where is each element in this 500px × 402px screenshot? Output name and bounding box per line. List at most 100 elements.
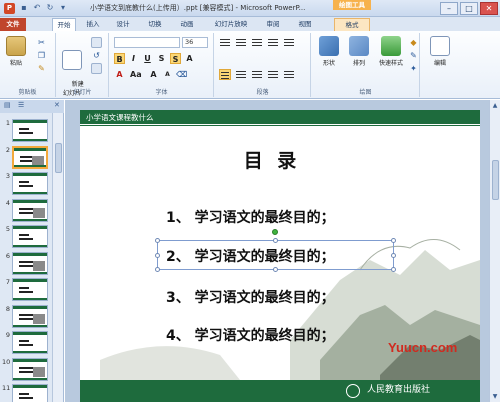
slide-title[interactable]: 目 录	[232, 146, 312, 173]
bullets-icon[interactable]	[219, 37, 231, 48]
save-icon[interactable]: ▪	[19, 3, 29, 13]
shadow-button[interactable]: S	[156, 53, 167, 64]
slide-thumbnail-row[interactable]: 4	[0, 198, 52, 223]
slide-thumbnail[interactable]	[12, 225, 48, 248]
arrange-button[interactable]: 排列	[346, 36, 372, 67]
panel-close-icon[interactable]: ✕	[54, 101, 60, 109]
grow-font-button[interactable]: A	[148, 69, 159, 80]
tab-animations[interactable]: 动画	[176, 18, 198, 31]
slide-thumbnail-row[interactable]: 3	[0, 172, 52, 196]
resize-handle-l[interactable]	[155, 253, 160, 258]
scroll-down-icon[interactable]: ▼	[491, 393, 499, 400]
change-case-button[interactable]: Aa	[130, 69, 142, 80]
align-right-icon[interactable]	[251, 69, 263, 80]
slide-thumbnail[interactable]	[12, 172, 48, 195]
tab-review[interactable]: 审阅	[262, 18, 284, 31]
slide-thumbnail[interactable]	[12, 357, 48, 381]
redo-icon[interactable]: ↻	[45, 3, 55, 13]
align-left-icon[interactable]	[219, 69, 231, 80]
slide-thumbnail[interactable]	[12, 251, 48, 275]
layout-icon[interactable]	[91, 37, 102, 48]
shape-effects-icon[interactable]: ✦	[408, 63, 419, 74]
underline-button[interactable]: U	[142, 53, 153, 64]
slide-canvas[interactable]: 小学语文课程教什么 目 录 1、 学习语文的最终目的； 2、 学习语文的最终目的…	[80, 110, 480, 402]
slide-thumbnail[interactable]	[12, 384, 48, 402]
cut-icon[interactable]: ✂	[36, 37, 47, 48]
justify-icon[interactable]	[267, 69, 279, 80]
reset-icon[interactable]: ↺	[91, 50, 102, 61]
tab-slideshow[interactable]: 幻灯片放映	[208, 18, 254, 31]
toc-item-1[interactable]: 1、 学习语文的最终目的；	[166, 207, 335, 227]
italic-button[interactable]: I	[128, 53, 139, 64]
shape-outline-icon[interactable]: ✎	[408, 50, 419, 61]
scroll-thumb[interactable]	[492, 160, 499, 200]
decrease-indent-icon[interactable]	[251, 37, 263, 48]
close-icon[interactable]: ✕	[480, 2, 498, 15]
strikethrough-button[interactable]: S	[170, 53, 181, 64]
font-size-box[interactable]: 36	[182, 37, 208, 48]
vertical-scrollbar[interactable]: ▲ ▼	[489, 100, 500, 402]
section-icon[interactable]	[91, 63, 102, 74]
slide-thumbnail[interactable]	[12, 304, 48, 328]
outline-tab-icon[interactable]: ☰	[18, 101, 24, 109]
font-color-button[interactable]: A	[114, 69, 125, 80]
numbering-icon[interactable]	[235, 37, 247, 48]
resize-handle-r[interactable]	[391, 253, 396, 258]
shape-fill-icon[interactable]: ◆	[408, 37, 419, 48]
tab-file[interactable]: 文件	[0, 18, 26, 31]
slide-thumbnail-row[interactable]: 1	[0, 119, 52, 143]
slide-thumbnail[interactable]	[12, 198, 48, 222]
slide-thumbnail-row[interactable]: 2	[0, 145, 52, 170]
slide-thumbnail[interactable]	[12, 119, 48, 142]
slide-thumbnail-row[interactable]: 5	[0, 225, 52, 249]
tab-home[interactable]: 开始	[52, 18, 76, 31]
powerpoint-logo-icon[interactable]: P	[4, 3, 15, 14]
minimize-icon[interactable]: –	[440, 2, 458, 15]
resize-handle-tl[interactable]	[155, 238, 160, 243]
line-spacing-icon[interactable]	[283, 37, 295, 48]
tab-insert[interactable]: 插入	[82, 18, 104, 31]
shapes-button[interactable]: 形状	[316, 36, 342, 67]
slide-thumbnail[interactable]	[12, 145, 48, 169]
toc-item-4[interactable]: 4、 学习语文的最终目的；	[166, 325, 335, 345]
bold-button[interactable]: B	[114, 53, 125, 64]
slide-thumbnail-row[interactable]: 7	[0, 278, 52, 302]
rotate-handle[interactable]	[272, 229, 278, 235]
tab-design[interactable]: 设计	[112, 18, 134, 31]
edit-button[interactable]: 编辑	[427, 36, 453, 67]
resize-handle-br[interactable]	[391, 267, 396, 272]
resize-handle-t[interactable]	[273, 238, 278, 243]
selection-box[interactable]	[155, 229, 396, 272]
resize-handle-tr[interactable]	[391, 238, 396, 243]
slide-thumbnail-row[interactable]: 6	[0, 251, 52, 276]
copy-icon[interactable]: ❐	[36, 50, 47, 61]
scroll-up-icon[interactable]: ▲	[491, 102, 499, 109]
char-spacing-button[interactable]: A	[184, 53, 195, 64]
columns-icon[interactable]	[283, 69, 295, 80]
slide-thumbnail[interactable]	[12, 278, 48, 301]
slide-thumbnail-row[interactable]: 10	[0, 357, 52, 382]
customize-qat-icon[interactable]: ▾	[58, 3, 68, 13]
slides-tab-icon[interactable]: ▤	[4, 101, 11, 109]
slide-thumbnail-row[interactable]: 9	[0, 331, 52, 355]
resize-handle-bl[interactable]	[155, 267, 160, 272]
undo-icon[interactable]: ↶	[32, 3, 42, 13]
clear-format-icon[interactable]: ⌫	[176, 69, 187, 80]
format-painter-icon[interactable]: ✎	[36, 63, 47, 74]
slide-thumbnail-row[interactable]: 8	[0, 304, 52, 329]
slide-thumbnail[interactable]	[12, 331, 48, 354]
paste-button[interactable]: 粘贴	[4, 36, 28, 67]
shrink-font-button[interactable]: A	[162, 69, 173, 80]
tab-format[interactable]: 格式	[334, 18, 370, 31]
maximize-icon[interactable]: □	[460, 2, 478, 15]
tab-transitions[interactable]: 切换	[144, 18, 166, 31]
slide-thumbnail-row[interactable]: 11	[0, 384, 52, 402]
tab-view[interactable]: 视图	[294, 18, 316, 31]
align-center-icon[interactable]	[235, 69, 247, 80]
resize-handle-b[interactable]	[273, 267, 278, 272]
increase-indent-icon[interactable]	[267, 37, 279, 48]
toc-item-3[interactable]: 3、 学习语文的最终目的；	[166, 287, 335, 307]
panel-scrollbar[interactable]	[52, 113, 63, 402]
font-name-box[interactable]	[114, 37, 180, 48]
quick-styles-button[interactable]: 快速样式	[374, 36, 408, 67]
